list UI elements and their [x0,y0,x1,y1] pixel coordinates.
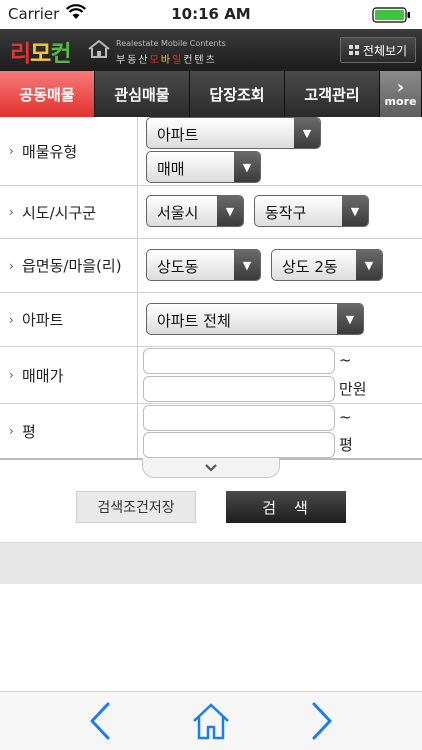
dropdown-arrow-icon: ▼ [337,304,363,334]
tab-shared-listings[interactable]: 공동매물 [0,71,95,117]
status-bar: Carrier 10:16 AM [0,0,422,29]
row-label: › 매물유형 [0,117,138,185]
tab-favorite-listings[interactable]: 관심매물 [95,71,190,117]
row-label: › 시도/시구군 [0,186,138,238]
main-tabs: 공동매물 관심매물 답장조회 고객관리 › more [0,71,422,117]
row-label: › 읍면동/마을(리) [0,239,138,292]
bullet-icon: › [9,424,14,438]
area-unit-label: 평 [339,436,353,454]
forward-arrow-icon[interactable] [306,700,338,742]
price-min-input[interactable] [143,348,335,374]
save-search-conditions-button[interactable]: 검색조건저장 [76,491,196,523]
back-arrow-icon[interactable] [84,700,116,742]
bullet-icon: › [9,258,14,273]
row-apartment: › 아파트 아파트 전체 ▼ [0,293,422,347]
tab-reply-inquiry[interactable]: 답장조회 [190,71,285,117]
apartment-select[interactable]: 아파트 전체 ▼ [146,303,364,335]
property-type-select[interactable]: 아파트 ▼ [146,117,321,149]
collapse-handle[interactable] [142,458,280,478]
dong-select[interactable]: 상도동 ▼ [146,249,261,281]
row-town: › 읍면동/마을(리) 상도동 ▼ 상도 2동 ▼ [0,239,422,293]
dropdown-arrow-icon: ▼ [234,250,260,280]
bullet-icon: › [9,205,14,219]
row-area: › 평 ~ 평 [0,404,422,460]
tilde-label: ~ [339,351,352,369]
dropdown-arrow-icon: ▼ [342,196,368,226]
price-unit-label: 만원 [339,380,367,398]
divider-band [0,542,422,584]
row-price: › 매매가 ~ 만원 [0,347,422,404]
tab-customer-management[interactable]: 고객관리 [285,71,380,117]
view-all-button[interactable]: 전체보기 [340,37,416,63]
bullet-icon: › [9,368,14,382]
chevron-down-icon [205,463,217,472]
deal-type-select[interactable]: 매매 ▼ [146,151,261,183]
brand-korean: 부동산모바일컨텐츠 [116,55,217,66]
subdong-select[interactable]: 상도 2동 ▼ [271,249,383,281]
app-logo[interactable]: 리모컨 [10,34,72,68]
bullet-icon: › [9,312,14,327]
row-region: › 시도/시구군 서울시 ▼ 동작구 ▼ [0,186,422,239]
tilde-label: ~ [339,408,352,426]
dropdown-arrow-icon: ▼ [234,152,260,182]
bottom-toolbar [0,691,422,750]
app-header: 리모컨 Realestate Mobile Contents 부동산모바일컨텐츠… [0,29,422,71]
area-min-input[interactable] [143,405,335,431]
dropdown-arrow-icon: ▼ [294,118,320,148]
district-select[interactable]: 동작구 ▼ [254,195,369,227]
house-logo-icon [88,39,110,58]
dropdown-arrow-icon: ▼ [217,196,243,226]
bullet-icon: › [9,144,14,158]
row-label: › 매매가 [0,347,138,403]
tab-more[interactable]: › more [380,71,422,117]
home-icon[interactable] [190,700,232,742]
battery-icon [372,7,410,23]
city-select[interactable]: 서울시 ▼ [146,195,244,227]
row-property-type: › 매물유형 아파트 ▼ 매매 ▼ [0,117,422,186]
clock: 10:16 AM [171,5,251,23]
dropdown-arrow-icon: ▼ [356,250,382,280]
price-max-input[interactable] [143,376,335,402]
area-max-input[interactable] [143,432,335,458]
search-button[interactable]: 검색 [226,491,346,523]
row-label: › 평 [0,404,138,458]
brand-english: Realestate Mobile Contents [116,39,226,48]
row-label: › 아파트 [0,293,138,346]
grid-icon [348,45,359,55]
chevron-right-icon: › [396,77,405,98]
